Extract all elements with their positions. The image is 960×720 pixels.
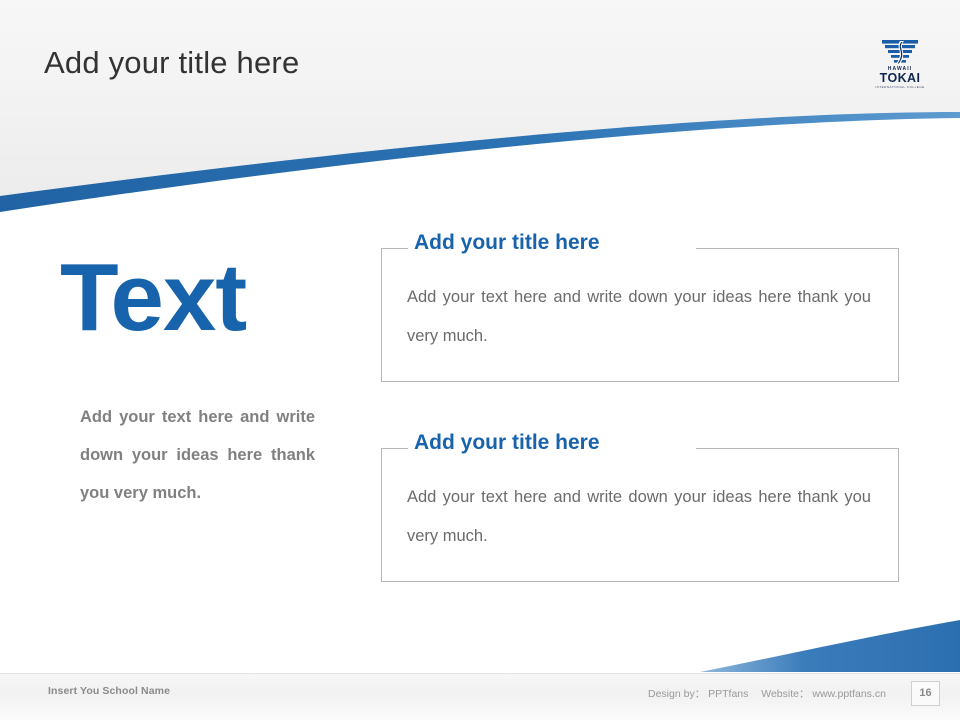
panel-2-title: Add your title here [414,431,600,454]
footer-credit: Design by： PPTfans Website： www.pptfans.… [648,686,886,701]
bottom-swoosh [700,620,960,672]
header-band [0,0,960,196]
logo-tokai-text: TOKAI [879,71,921,85]
slide: Add your title here HAWAII TOKAI INTERNA… [0,0,960,720]
school-logo: HAWAII TOKAI INTERNATIONAL COLLEGE [869,39,931,89]
panel-1-body: Add your text here and write down your i… [407,288,871,345]
page-title: Add your title here [44,45,300,80]
left-headline: Text [60,244,247,351]
footer-website: Website： www.pptfans.cn [761,688,886,700]
footer-divider [0,673,960,674]
content-panel-2: Add your title here Add your text here a… [381,430,899,582]
page-number-badge: 16 [911,681,940,706]
footer-school-name: Insert You School Name [48,685,171,697]
left-body-text: Add your text here and write down your i… [80,408,315,502]
logo-subtitle-text: INTERNATIONAL COLLEGE [875,85,925,89]
footer-design-by: Design by： PPTfans [648,688,749,700]
top-swoosh [0,112,960,212]
tokai-emblem-icon [882,40,918,64]
content-panel-1: Add your title here Add your text here a… [381,230,899,382]
panel-1-title: Add your title here [414,231,600,254]
panel-2-body: Add your text here and write down your i… [407,488,871,545]
